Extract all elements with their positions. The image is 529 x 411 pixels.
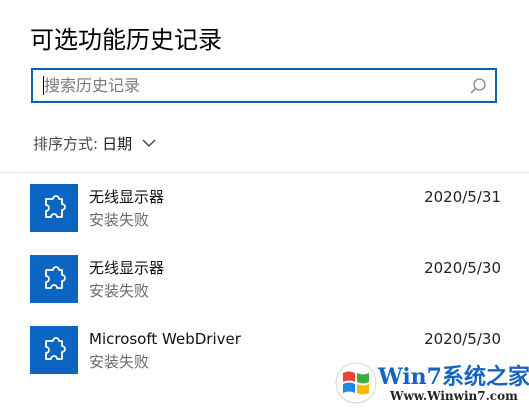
page-title: 可选功能历史记录 — [30, 26, 222, 54]
watermark-brand: Win7系统之家 — [378, 364, 529, 390]
item-status: 安装失败 — [89, 211, 150, 229]
item-date: 2020/5/31 — [424, 188, 501, 206]
watermark-url: Www.Winwin7.com — [390, 389, 518, 403]
sort-value[interactable]: 日期 — [102, 133, 132, 154]
windows-flag-icon — [335, 362, 377, 404]
puzzle-piece-icon — [30, 255, 78, 303]
sort-selector[interactable]: 排序方式: 日期 — [33, 131, 156, 155]
search-icon[interactable] — [469, 77, 487, 95]
item-name: Microsoft WebDriver — [89, 330, 241, 348]
watermark: Win7系统之家 Www.Winwin7.com — [334, 357, 529, 411]
list-item[interactable]: 无线显示器 安装失败 2020/5/31 — [0, 184, 529, 255]
text-caret — [43, 76, 44, 95]
search-box[interactable] — [31, 68, 497, 103]
item-date: 2020/5/30 — [424, 330, 501, 348]
search-input[interactable] — [33, 70, 453, 101]
list-item[interactable]: 无线显示器 安装失败 2020/5/30 — [0, 255, 529, 326]
item-name: 无线显示器 — [89, 259, 165, 277]
puzzle-piece-icon — [30, 326, 78, 374]
item-status: 安装失败 — [89, 282, 150, 300]
chevron-down-icon[interactable] — [142, 138, 156, 148]
sort-label: 排序方式: — [33, 134, 99, 153]
divider — [0, 172, 529, 173]
item-date: 2020/5/30 — [424, 259, 501, 277]
puzzle-piece-icon — [30, 184, 78, 232]
item-status: 安装失败 — [89, 353, 150, 371]
item-name: 无线显示器 — [89, 188, 165, 206]
